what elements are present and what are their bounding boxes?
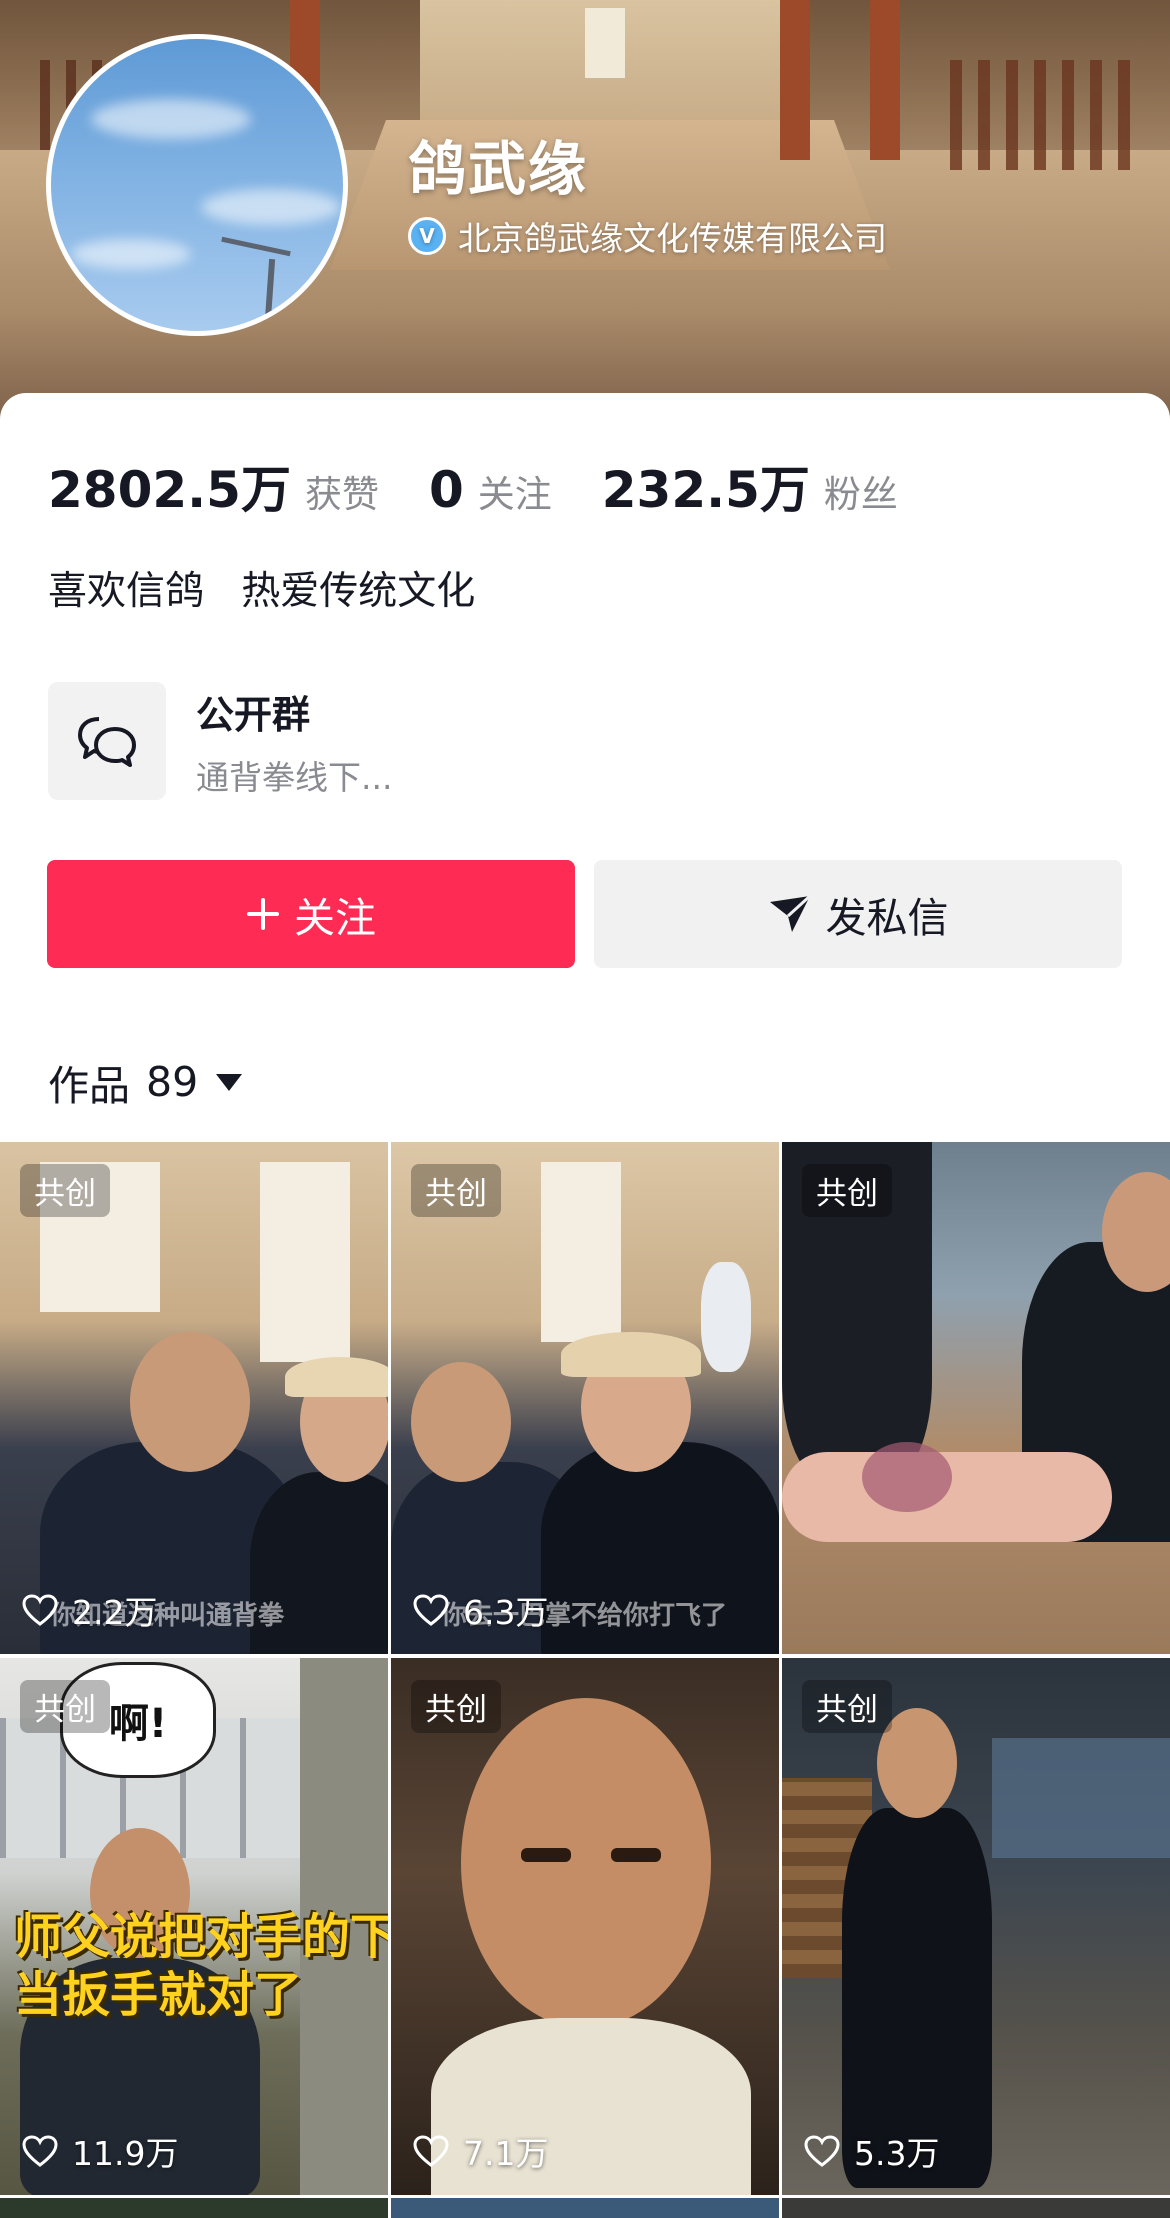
window	[992, 1738, 1170, 1858]
group-subtitle: 通背拳线下...	[196, 757, 393, 797]
video-likes-count: 11.9万	[72, 2134, 179, 2173]
send-paper-plane-icon	[768, 894, 812, 934]
cocreate-badge: 共创	[20, 1164, 110, 1217]
banner-chairs	[950, 60, 1140, 170]
dropdown-triangle-icon	[216, 1073, 243, 1091]
profile-stats: 2802.5万 获赞 0 关注 232.5万 粉丝	[48, 450, 948, 522]
following-count[interactable]: 0	[429, 461, 464, 519]
verified-v-icon: V	[408, 217, 446, 255]
cocreate-badge: 共创	[411, 1164, 501, 1217]
eyebrow	[611, 1848, 661, 1862]
video-tile[interactable]: 啊! 师父说把对手的下巴 当扳手就对了 共创 11.9万	[0, 1658, 388, 2195]
works-count: 89	[146, 1058, 199, 1106]
plus-icon	[246, 897, 280, 931]
works-label: 作品	[48, 1062, 130, 1110]
heart-icon	[22, 2135, 58, 2167]
chat-bubbles-icon	[48, 682, 166, 800]
public-group-entry[interactable]: 公开群 通背拳线下...	[48, 682, 392, 800]
cocreate-badge: 共创	[411, 1680, 501, 1733]
likes-count: 2802.5万	[48, 461, 291, 519]
follow-button-label: 关注	[294, 894, 376, 942]
video-tile[interactable]: 你去一巴掌不给你打飞了 共创 6.3万	[391, 1142, 779, 1654]
profile-name: 鸽武缘	[408, 135, 589, 203]
following-label[interactable]: 关注	[478, 464, 552, 518]
bruise	[862, 1442, 952, 1512]
person-head	[411, 1362, 511, 1482]
person-head	[130, 1332, 250, 1472]
calligraphy-scroll	[541, 1162, 621, 1342]
avatar-cloud	[71, 239, 191, 269]
video-likes: 6.3万	[413, 1586, 548, 1634]
porcelain-vase	[701, 1262, 751, 1372]
cocreate-badge: 共创	[20, 1680, 110, 1733]
video-grid: 你知道这种叫通背拳 共创 2.2万 你去一巴掌不给你打飞了 共创 6.3万 共创	[0, 1142, 1170, 2218]
heart-icon	[804, 2135, 840, 2167]
heart-icon	[413, 2135, 449, 2167]
video-tile[interactable]: 共创 7.1万	[391, 1658, 779, 2195]
video-likes-count: 6.3万	[463, 1593, 549, 1632]
video-likes-count: 2.2万	[72, 1593, 158, 1632]
video-likes: 7.1万	[413, 2127, 548, 2175]
group-title: 公开群	[196, 692, 311, 737]
video-likes-count: 5.3万	[854, 2134, 940, 2173]
avatar-cloud	[201, 189, 341, 225]
video-tile[interactable]: 你知道这种叫通背拳 共创 2.2万	[0, 1142, 388, 1654]
calligraphy-scroll	[260, 1162, 350, 1362]
followers-count[interactable]: 232.5万	[602, 450, 810, 522]
video-tile[interactable]	[782, 2198, 1170, 2218]
video-tile[interactable]	[391, 2198, 779, 2218]
avatar-streetlight-arm	[221, 236, 291, 257]
person-head	[461, 1698, 711, 2028]
banner-pillar	[780, 0, 810, 160]
video-overlay-text: 师父说把对手的下巴 当扳手就对了	[14, 1909, 388, 2023]
follow-button[interactable]: 关注	[47, 860, 575, 968]
heart-icon	[413, 1594, 449, 1626]
banner-pillar	[870, 0, 900, 160]
profile-bio: 喜欢信鸽 热爱传统文化	[48, 569, 476, 614]
video-tile[interactable]	[0, 2198, 388, 2218]
works-tab[interactable]: 作品 89	[48, 1052, 243, 1112]
video-tile[interactable]: 共创	[782, 1142, 1170, 1654]
heart-icon	[22, 1594, 58, 1626]
cap	[285, 1357, 388, 1397]
video-likes: 11.9万	[22, 2127, 178, 2175]
video-tile[interactable]: 共创 5.3万	[782, 1658, 1170, 2195]
avatar[interactable]	[46, 34, 348, 336]
verified-org-name: 北京鸽武缘文化传媒有限公司	[458, 219, 887, 258]
cocreate-badge: 共创	[802, 1164, 892, 1217]
video-likes: 5.3万	[804, 2127, 939, 2175]
likes-label: 获赞	[304, 473, 379, 516]
banner-calligraphy-scroll	[585, 8, 625, 78]
followers-label[interactable]: 粉丝	[824, 464, 898, 518]
verification-row[interactable]: V 北京鸽武缘文化传媒有限公司	[408, 212, 887, 260]
cap	[561, 1332, 701, 1377]
avatar-cloud	[91, 99, 251, 139]
cocreate-badge: 共创	[802, 1680, 892, 1733]
eyebrow	[521, 1848, 571, 1862]
video-likes: 2.2万	[22, 1586, 157, 1634]
message-button[interactable]: 发私信	[594, 860, 1122, 968]
message-button-label: 发私信	[825, 894, 949, 942]
video-likes-count: 7.1万	[463, 2134, 549, 2173]
